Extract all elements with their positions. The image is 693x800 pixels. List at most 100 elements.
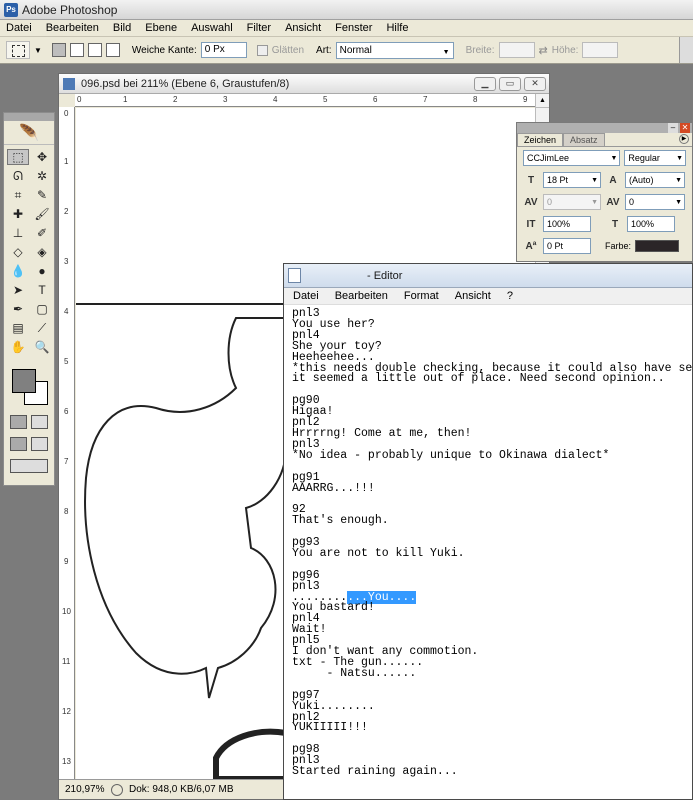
palette-minimize-icon[interactable]: – bbox=[668, 123, 678, 133]
notes-tool-icon[interactable]: ▤ bbox=[7, 320, 29, 336]
text-color-swatch[interactable] bbox=[635, 240, 680, 252]
editor-text-after: You bastard! pnl4 Wait! pnl5 I don't wan… bbox=[292, 601, 479, 779]
blur-tool-icon[interactable]: 💧 bbox=[7, 263, 29, 279]
healing-brush-tool-icon[interactable]: ✚ bbox=[7, 206, 29, 222]
leading-select[interactable]: (Auto) bbox=[625, 172, 685, 188]
tools-palette-header[interactable] bbox=[4, 113, 54, 121]
editor-menu-format[interactable]: Format bbox=[395, 290, 446, 302]
ruler-v-label: 3 bbox=[64, 257, 69, 266]
swap-icon[interactable]: ⇄ bbox=[539, 44, 548, 57]
slice-tool-icon[interactable]: ✎ bbox=[31, 187, 53, 203]
crop-tool-icon[interactable]: ⌗ bbox=[7, 187, 29, 203]
editor-menu-ansicht[interactable]: Ansicht bbox=[446, 290, 498, 302]
menu-ebene[interactable]: Ebene bbox=[139, 22, 185, 34]
screen-mode-menu-button[interactable] bbox=[31, 437, 48, 451]
tracking-select[interactable]: 0 bbox=[625, 194, 685, 210]
history-brush-tool-icon[interactable]: ✐ bbox=[31, 225, 53, 241]
palette-close-icon[interactable]: ✕ bbox=[680, 123, 690, 133]
font-size-icon: T bbox=[527, 174, 535, 186]
hand-tool-icon[interactable]: ✋ bbox=[7, 339, 29, 355]
vertical-ruler: 0 1 2 3 4 5 6 7 8 9 10 11 12 13 bbox=[59, 107, 75, 779]
path-select-tool-icon[interactable]: ➤ bbox=[7, 282, 29, 298]
tab-zeichen[interactable]: Zeichen bbox=[517, 133, 564, 146]
zoom-level[interactable]: 210,97% bbox=[65, 784, 105, 795]
palette-well[interactable] bbox=[679, 37, 693, 63]
magic-wand-tool-icon[interactable]: ✲ bbox=[31, 168, 53, 184]
ruler-v-label: 9 bbox=[64, 557, 69, 566]
antialias-checkbox[interactable] bbox=[256, 44, 268, 56]
preset-caret-icon[interactable]: ▼ bbox=[34, 46, 42, 55]
editor-menubar: Datei Bearbeiten Format Ansicht ? bbox=[284, 288, 692, 305]
shape-tool-icon[interactable]: ▢ bbox=[31, 301, 53, 317]
editor-text-area[interactable]: pnl3 You use her? pnl4 She your toy? Hee… bbox=[284, 305, 692, 799]
editor-titlebar[interactable]: - Editor bbox=[284, 264, 692, 288]
status-info-icon[interactable] bbox=[111, 783, 123, 796]
document-titlebar[interactable]: 096.psd bei 211% (Ebene 6, Graustufen/8)… bbox=[59, 74, 549, 94]
imageready-button[interactable] bbox=[10, 459, 48, 473]
font-family-select[interactable]: CCJimLee bbox=[523, 150, 621, 166]
marquee-preset-icon[interactable] bbox=[6, 41, 30, 59]
bucket-tool-icon[interactable]: ◈ bbox=[31, 244, 53, 260]
add-selection-button[interactable] bbox=[69, 43, 84, 57]
intersect-selection-button[interactable] bbox=[105, 43, 120, 57]
font-style-select[interactable]: Regular bbox=[624, 150, 686, 166]
palette-menu-icon[interactable]: ▶ bbox=[679, 134, 689, 144]
type-tool-icon[interactable]: T bbox=[31, 282, 53, 298]
lasso-tool-icon[interactable]: ᘏ bbox=[7, 168, 29, 184]
kerning-select[interactable]: 0 bbox=[543, 194, 601, 210]
rect-marquee-tool-icon[interactable]: ⬚ bbox=[7, 149, 29, 165]
foreground-color[interactable] bbox=[12, 369, 36, 393]
menu-bearbeiten[interactable]: Bearbeiten bbox=[40, 22, 107, 34]
horizontal-scale-input[interactable]: 100% bbox=[627, 216, 675, 232]
menu-hilfe[interactable]: Hilfe bbox=[380, 22, 416, 34]
font-size-select[interactable]: 18 Pt bbox=[543, 172, 601, 188]
editor-menu-datei[interactable]: Datei bbox=[284, 290, 326, 302]
ruler-h-label: 6 bbox=[373, 95, 378, 104]
stamp-tool-icon[interactable]: ⊥ bbox=[7, 225, 29, 241]
eyedropper-tool-icon[interactable]: ⟋ bbox=[31, 320, 53, 336]
width-input[interactable] bbox=[498, 42, 535, 58]
ruler-v-label: 10 bbox=[62, 607, 71, 616]
eraser-tool-icon[interactable]: ◇ bbox=[7, 244, 29, 260]
editor-menu-bearbeiten[interactable]: Bearbeiten bbox=[326, 290, 395, 302]
ruler-v-label: 8 bbox=[64, 507, 69, 516]
new-selection-button[interactable] bbox=[51, 43, 66, 57]
maximize-button[interactable]: ▭ bbox=[499, 76, 521, 91]
kerning-icon: AV bbox=[524, 196, 538, 208]
tools-palette: 🪶 ⬚ ✥ ᘏ ✲ ⌗ ✎ ✚ 🖌 ⊥ ✐ ◇ ◈ 💧 ● ➤ T ✒ ▢ ▤ … bbox=[3, 112, 55, 486]
vertical-scale-input[interactable]: 100% bbox=[543, 216, 591, 232]
ruler-v-label: 2 bbox=[64, 207, 69, 216]
subtract-selection-button[interactable] bbox=[87, 43, 102, 57]
photoshop-feather-icon[interactable]: 🪶 bbox=[4, 121, 54, 145]
menu-ansicht[interactable]: Ansicht bbox=[279, 22, 329, 34]
zoom-tool-icon[interactable]: 🔍 bbox=[31, 339, 53, 355]
antialias-label: Glätten bbox=[271, 44, 305, 56]
pen-tool-icon[interactable]: ✒ bbox=[7, 301, 29, 317]
quickmask-mode-button[interactable] bbox=[31, 415, 48, 429]
minimize-button[interactable]: ▁ bbox=[474, 76, 496, 91]
ruler-h-label: 5 bbox=[323, 95, 328, 104]
style-select[interactable]: Normal bbox=[335, 41, 454, 60]
move-tool-icon[interactable]: ✥ bbox=[31, 149, 53, 165]
standard-mode-button[interactable] bbox=[10, 415, 27, 429]
editor-menu-help[interactable]: ? bbox=[498, 290, 520, 302]
tab-absatz[interactable]: Absatz bbox=[563, 133, 605, 146]
ruler-h-label: 7 bbox=[423, 95, 428, 104]
scroll-up-icon[interactable]: ▲ bbox=[536, 94, 549, 108]
baseline-shift-input[interactable]: 0 Pt bbox=[543, 238, 591, 254]
ruler-v-label: 7 bbox=[64, 457, 69, 466]
menu-fenster[interactable]: Fenster bbox=[329, 22, 380, 34]
dodge-tool-icon[interactable]: ● bbox=[31, 263, 53, 279]
menu-filter[interactable]: Filter bbox=[241, 22, 279, 34]
menu-auswahl[interactable]: Auswahl bbox=[185, 22, 241, 34]
character-palette-header[interactable]: – ✕ bbox=[517, 123, 692, 133]
menu-datei[interactable]: Datei bbox=[0, 22, 40, 34]
screen-mode-standard-button[interactable] bbox=[10, 437, 27, 451]
menu-bild[interactable]: Bild bbox=[107, 22, 139, 34]
ruler-h-label: 9 bbox=[523, 95, 528, 104]
close-button[interactable]: ✕ bbox=[524, 76, 546, 91]
brush-tool-icon[interactable]: 🖌 bbox=[31, 206, 53, 222]
color-swatches bbox=[8, 365, 54, 411]
feather-input[interactable]: 0 Px bbox=[200, 42, 247, 58]
height-input[interactable] bbox=[582, 42, 619, 58]
